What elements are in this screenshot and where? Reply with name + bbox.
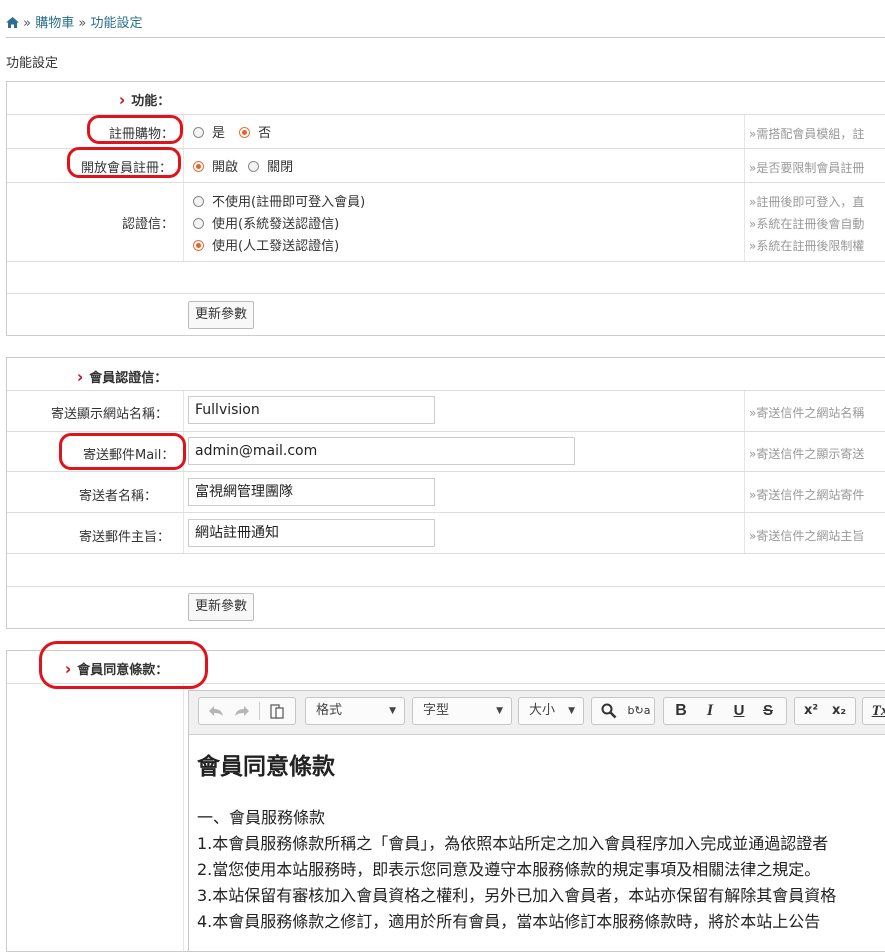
radio-open-register-on[interactable]: 開啟 — [193, 160, 238, 175]
section-title-text: 會員同意條款： — [77, 663, 169, 678]
breadcrumb-item-settings[interactable]: 功能設定 — [91, 16, 143, 31]
hint-sender-name: »寄送信件之網站寄件 — [749, 488, 865, 502]
section-title-feature: › 功能： — [119, 90, 171, 110]
underline-button[interactable]: U — [726, 698, 752, 724]
section-title-text: 會員認證信： — [89, 371, 168, 386]
radio-register-shopping-yes[interactable]: 是 — [193, 126, 225, 141]
sender-name-label: 寄送者名稱： — [79, 489, 158, 504]
breadcrumb-item-cart[interactable]: 購物車 — [35, 16, 74, 31]
editor-content[interactable]: 會員同意條款 一、會員服務條款 1.本會員服務條款所稱之「會員」，為依照本站所定… — [197, 747, 885, 935]
breadcrumb-separator: » — [78, 16, 87, 31]
site-name-input[interactable]: Fullvision — [188, 396, 435, 424]
history-group — [198, 697, 296, 725]
chevron-right-icon: › — [119, 90, 126, 110]
subject-label: 寄送郵件主旨： — [79, 530, 171, 545]
radio-open-register-off[interactable]: 關閉 — [248, 160, 293, 175]
open-register-options: 開啟 關閉 — [193, 156, 293, 175]
bold-button[interactable]: B — [668, 698, 694, 724]
radio-verify-none[interactable]: 不使用(註冊即可登入會員) — [193, 191, 365, 210]
section-title-terms: › 會員同意條款： — [65, 659, 169, 679]
find-group: b↻a — [591, 697, 655, 725]
format-select[interactable]: 格式 ▼ — [305, 697, 405, 725]
section-title-text: 功能： — [131, 94, 171, 109]
size-select[interactable]: 大小 ▼ — [518, 697, 584, 725]
chevron-right-icon: › — [65, 659, 72, 679]
dropdown-arrow-icon: ▼ — [568, 706, 575, 716]
terms-line: 3.本站保留有審核加入會員資格之權利，另外已加入會員者，本站亦保留有解除其會員資… — [197, 886, 837, 905]
terms-line: 2.當您使用本站服務時，即表示您同意及遵守本服務條款的規定事項及相關法律之規定。 — [197, 860, 821, 879]
clear-group: Tx — [862, 697, 885, 725]
subscript-button[interactable]: x₂ — [826, 698, 852, 724]
hint-subject: »寄送信件之網站主旨 — [749, 529, 865, 543]
script-group: x² x₂ — [794, 697, 856, 725]
radio-verify-system[interactable]: 使用(系統發送認證信) — [193, 213, 339, 232]
subject-input[interactable]: 網站註冊通知 — [188, 519, 435, 547]
size-select-label: 大小 — [529, 703, 556, 718]
register-shopping-options: 是 否 — [193, 122, 271, 141]
undo-icon[interactable] — [205, 698, 227, 724]
dropdown-arrow-icon: ▼ — [496, 706, 503, 716]
home-icon[interactable] — [6, 16, 23, 31]
editor-toolbar: 格式 ▼ 字型 ▼ 大小 ▼ b↻a B I U S x² x₂ Tx — [189, 691, 885, 735]
terms-section-title: 一、會員服務條款 — [197, 808, 326, 827]
strike-button[interactable]: S — [755, 698, 781, 724]
hint-sender-mail: »寄送信件之顯示寄送 — [749, 447, 865, 461]
dropdown-arrow-icon: ▼ — [389, 706, 396, 716]
italic-button[interactable]: I — [697, 698, 723, 724]
hint-site-name: »寄送信件之網站名稱 — [749, 406, 865, 420]
hint-verify-none: »註冊後即可登入，直 — [749, 195, 865, 209]
terms-heading: 會員同意條款 — [197, 754, 335, 780]
site-name-label: 寄送顯示網站名稱： — [51, 407, 169, 422]
terms-editor[interactable]: 格式 ▼ 字型 ▼ 大小 ▼ b↻a B I U S x² x₂ Tx 會員同意條款 — [188, 690, 885, 952]
register-shopping-label: 註冊購物： — [109, 127, 175, 142]
divider — [6, 37, 885, 38]
font-select[interactable]: 字型 ▼ — [412, 697, 512, 725]
open-register-label: 開放會員註冊： — [81, 161, 173, 176]
paste-icon[interactable] — [265, 698, 289, 724]
chevron-right-icon: › — [77, 367, 84, 387]
verify-mail-label: 認證信： — [122, 217, 175, 232]
radio-verify-manual[interactable]: 使用(人工發送認證信) — [193, 235, 339, 254]
redo-icon[interactable] — [231, 698, 253, 724]
hint-verify-manual: »系統在註冊後限制權 — [749, 239, 865, 253]
update-mail-button[interactable]: 更新參數 — [188, 593, 255, 621]
terms-line: 1.本會員服務條款所稱之「會員」，為依照本站所定之加入會員程序加入完成並通過認證… — [197, 834, 829, 853]
style-group: B I U S — [663, 697, 787, 725]
clear-format-button[interactable]: Tx — [867, 698, 885, 724]
font-select-label: 字型 — [423, 703, 450, 718]
page-title: 功能設定 — [6, 56, 59, 71]
breadcrumb-separator: » — [23, 16, 32, 31]
radio-register-shopping-no[interactable]: 否 — [239, 126, 271, 141]
find-icon[interactable] — [596, 698, 622, 724]
sender-mail-input[interactable]: admin@mail.com — [188, 437, 575, 465]
replace-icon[interactable]: b↻a — [626, 698, 652, 724]
breadcrumb: » 購物車 » 功能設定 — [6, 12, 143, 31]
sender-mail-label: 寄送郵件Mail： — [83, 448, 175, 463]
update-feature-button[interactable]: 更新參數 — [188, 301, 255, 329]
feature-settings-panel: › 功能： 註冊購物： 是 否 »需搭配會員模組，註 開放會員註冊： 開啟 關閉 … — [6, 81, 885, 336]
terms-line: 4.本會員服務條款之修訂，適用於所有會員，當本站修訂本服務條款時，將於本站上公告 — [197, 912, 821, 931]
hint-verify-system: »系統在註冊後會自動 — [749, 217, 865, 231]
format-select-label: 格式 — [316, 703, 343, 718]
member-mail-panel: › 會員認證信： 寄送顯示網站名稱： Fullvision »寄送信件之網站名稱 … — [6, 357, 885, 629]
sender-name-input[interactable]: 富視網管理團隊 — [188, 478, 435, 506]
hint-register-shopping: »需搭配會員模組，註 — [749, 127, 865, 141]
section-title-mail: › 會員認證信： — [77, 367, 168, 387]
hint-open-register: »是否要限制會員註冊 — [749, 161, 865, 175]
superscript-button[interactable]: x² — [798, 698, 824, 724]
